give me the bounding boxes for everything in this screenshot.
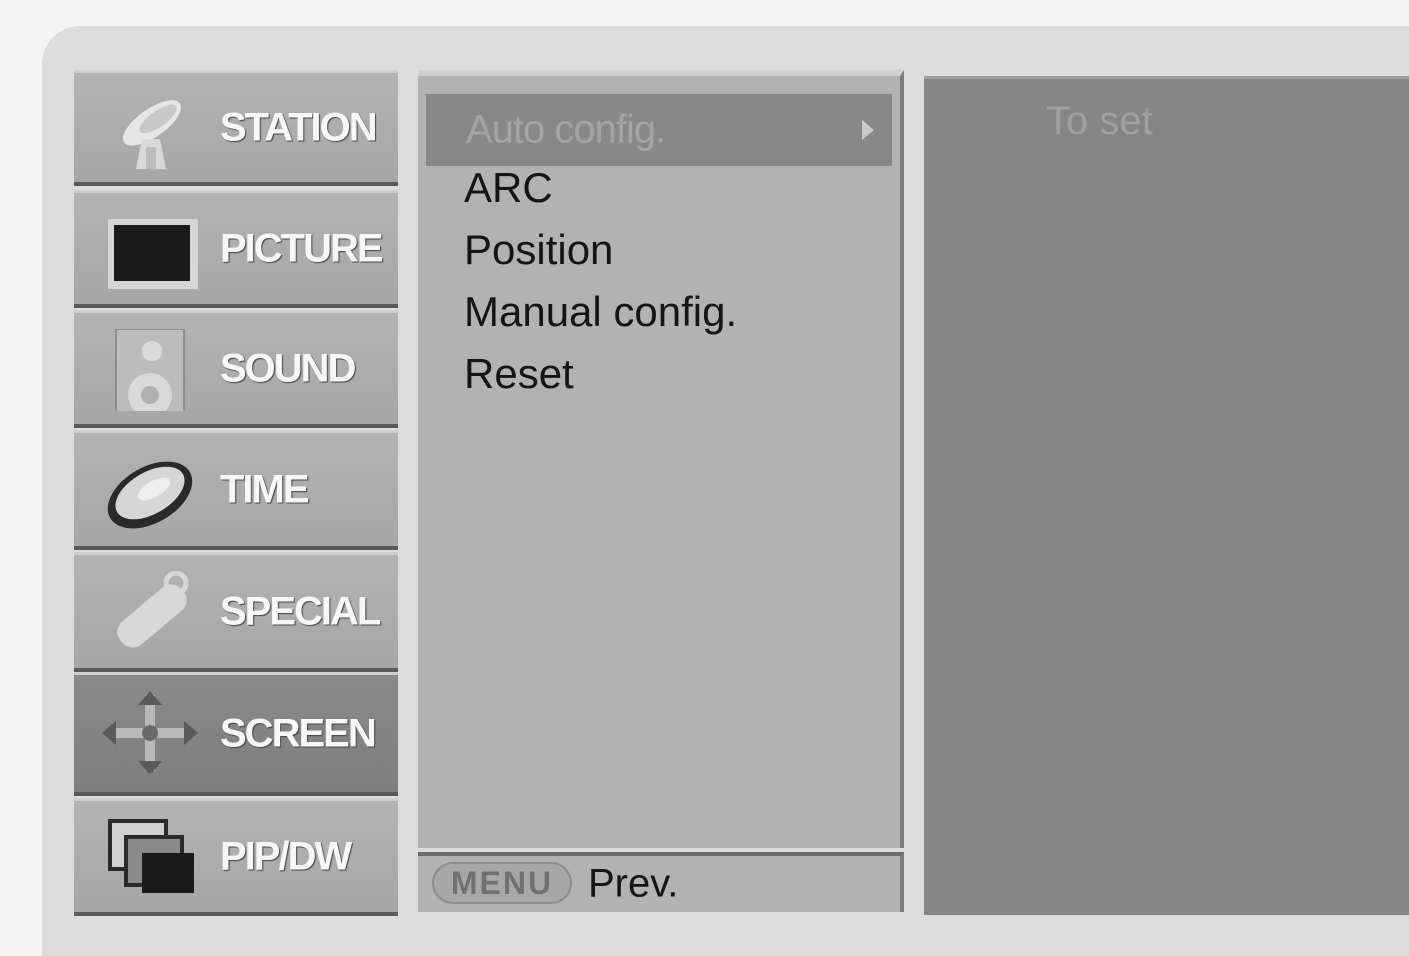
submenu-item-position[interactable]: Position xyxy=(464,226,613,274)
menu-item-label: SCREEN xyxy=(220,711,377,755)
menu-button[interactable]: MENU xyxy=(432,862,572,904)
prev-label: Prev. xyxy=(588,861,679,906)
pip-windows-icon xyxy=(108,819,194,893)
menu-item-special[interactable]: SPECIAL xyxy=(74,552,398,672)
submenu-item-arc[interactable]: ARC xyxy=(464,164,553,212)
menu-item-label: SOUND xyxy=(220,346,356,390)
submenu-item-reset[interactable]: Reset xyxy=(464,350,574,398)
menu-item-time[interactable]: TIME xyxy=(74,430,398,550)
arrow-right-icon xyxy=(862,120,874,140)
menu-item-label: PICTURE xyxy=(220,226,384,270)
menu-item-label: TIME xyxy=(220,467,310,511)
menu-item-screen[interactable]: SCREEN xyxy=(74,672,398,796)
speaker-icon xyxy=(115,329,185,411)
submenu-item-manual-config[interactable]: Manual config. xyxy=(464,288,737,336)
menu-item-label: STATION xyxy=(220,105,378,149)
menu-item-sound[interactable]: SOUND xyxy=(74,310,398,428)
menu-item-station[interactable]: STATION xyxy=(74,70,398,186)
hint-text: To set xyxy=(1046,99,1153,143)
move-arrows-icon xyxy=(102,691,198,773)
menu-item-pipdw[interactable]: PIP/DW xyxy=(74,798,398,916)
screen-submenu: Auto config. ARC Position Manual config.… xyxy=(418,70,904,912)
satellite-dish-icon xyxy=(123,100,181,169)
info-panel: To set xyxy=(924,76,1409,915)
menu-item-picture[interactable]: PICTURE xyxy=(74,190,398,308)
main-menu: STATION PICTURE SOUND TIME SPECIAL SCREE… xyxy=(74,70,400,920)
menu-item-label: SPECIAL xyxy=(220,589,381,633)
submenu-item-selected[interactable]: Auto config. xyxy=(426,94,892,166)
submenu-footer: MENU Prev. xyxy=(418,852,904,912)
menu-item-label: PIP/DW xyxy=(220,834,352,878)
remote-tag-icon xyxy=(117,571,189,648)
monitor-icon xyxy=(108,219,198,289)
clock-icon xyxy=(107,461,193,529)
submenu-panel: Auto config. ARC Position Manual config.… xyxy=(418,70,904,848)
submenu-item-label: Auto config. xyxy=(466,107,666,152)
